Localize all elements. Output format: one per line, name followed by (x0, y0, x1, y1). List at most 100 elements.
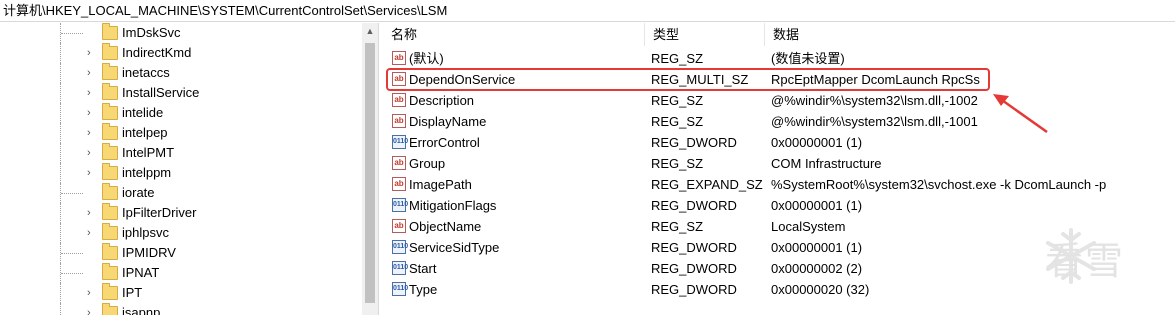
scrollbar-thumb[interactable] (365, 43, 375, 303)
tree-guide-line (60, 43, 62, 63)
folder-icon (102, 143, 118, 160)
tree-item[interactable]: iorate (0, 183, 360, 203)
column-header-data[interactable]: 数据 (765, 23, 1175, 46)
tree-item[interactable]: › IpFilterDriver (0, 203, 360, 223)
string-value-icon: ab (392, 177, 406, 191)
value-data: COM Infrastructure (771, 156, 882, 171)
tree-item[interactable]: IPMIDRV (0, 243, 360, 263)
annotation-arrow-icon (993, 94, 1048, 134)
value-name: ServiceSidType (409, 240, 500, 255)
tree-guide-line (60, 203, 62, 223)
value-name: ImagePath (409, 177, 472, 192)
expand-chevron-icon[interactable]: › (87, 64, 97, 82)
expand-chevron-icon[interactable]: › (87, 204, 97, 222)
value-row[interactable]: ab DisplayName REG_SZ @%windir%\system32\ls… (383, 111, 1175, 132)
tree-item-label: intelppm (122, 165, 172, 180)
string-value-icon: ab (392, 114, 406, 128)
folder-icon (102, 63, 118, 80)
value-data: 0x00000002 (2) (771, 261, 863, 276)
binary-value-icon: 0110 (392, 198, 408, 212)
value-data: %SystemRoot%\system32\svchost.exe -k Dco… (771, 177, 1107, 192)
tree-item[interactable]: IPNAT (0, 263, 360, 283)
value-row[interactable]: ab Description REG_SZ @%windir%\system32\ls… (383, 90, 1175, 111)
value-type: REG_SZ (651, 51, 704, 66)
tree-item[interactable]: › intelpep (0, 123, 360, 143)
expand-chevron-icon[interactable]: › (87, 84, 97, 102)
tree-guide-line (60, 123, 62, 143)
tree-item[interactable]: › iphlpsvc (0, 223, 360, 243)
binary-value-icon: 0110 (392, 261, 408, 275)
value-name: ErrorControl (409, 135, 480, 150)
value-row[interactable]: ab (默认) REG_SZ (数值未设置) (383, 48, 1175, 69)
list-header: 名称 类型 数据 (383, 23, 1175, 46)
value-name: Type (409, 282, 438, 297)
value-type: REG_DWORD (651, 198, 737, 213)
expand-chevron-icon[interactable]: › (87, 224, 97, 242)
tree-item-label: IPT (122, 285, 143, 300)
folder-icon (102, 43, 118, 60)
tree-item-label: IndirectKmd (122, 45, 192, 60)
expand-chevron-icon[interactable]: › (87, 124, 97, 142)
tree-scrollbar[interactable]: ▲ (362, 23, 378, 315)
folder-icon (102, 303, 118, 315)
value-type: REG_SZ (651, 114, 704, 129)
expand-chevron-icon[interactable]: › (87, 104, 97, 122)
value-name: (默认) (409, 51, 444, 66)
tree-guide-line (61, 33, 83, 35)
tree-guide-line (60, 143, 62, 163)
tree-item[interactable]: › IntelPMT (0, 143, 360, 163)
value-name: Description (409, 93, 475, 108)
tree-item[interactable]: › intelide (0, 103, 360, 123)
value-type: REG_DWORD (651, 261, 737, 276)
value-data: 0x00000020 (32) (771, 282, 870, 297)
tree-item[interactable]: › inetaccs (0, 63, 360, 83)
string-value-icon: ab (392, 219, 406, 233)
value-row[interactable]: 0110 MitigationFlags REG_DWORD 0x00000001 (… (383, 195, 1175, 216)
expand-chevron-icon[interactable]: › (87, 284, 97, 302)
tree-item[interactable]: › intelppm (0, 163, 360, 183)
tree-item[interactable]: › isapnp (0, 303, 360, 315)
string-value-icon: ab (392, 93, 406, 107)
highlight-box (386, 68, 990, 91)
folder-icon (102, 223, 118, 240)
tree-item[interactable]: › InstallService (0, 83, 360, 103)
tree-guide-line (61, 273, 83, 275)
tree-item-label: intelide (122, 105, 164, 120)
tree-item[interactable]: › IPT (0, 283, 360, 303)
tree-guide-line (60, 63, 62, 83)
string-value-icon: ab (392, 156, 406, 170)
value-row[interactable]: ab ImagePath REG_EXPAND_SZ %SystemRoot%\sys… (383, 174, 1175, 195)
tree-item[interactable]: ImDskSvc (0, 23, 360, 43)
tree-item-label: iphlpsvc (122, 225, 169, 240)
registry-tree: ImDskSvc › IndirectKmd › inetaccs › InstallSer… (0, 23, 379, 315)
value-type: REG_DWORD (651, 240, 737, 255)
tree-item-label: isapnp (122, 305, 161, 315)
expand-chevron-icon[interactable]: › (87, 144, 97, 162)
folder-icon (102, 283, 118, 300)
expand-chevron-icon[interactable]: › (87, 44, 97, 62)
value-row[interactable]: 0110 ErrorControl REG_DWORD 0x00000001 (1) (383, 132, 1175, 153)
value-name: Group (409, 156, 446, 171)
string-value-icon: ab (392, 51, 406, 65)
tree-guide-line (60, 83, 62, 103)
value-row[interactable]: ab Group REG_SZ COM Infrastructure (383, 153, 1175, 174)
expand-chevron-icon[interactable]: › (87, 304, 97, 315)
tree-guide-line (61, 193, 83, 195)
value-type: REG_DWORD (651, 282, 737, 297)
folder-icon (102, 123, 118, 140)
tree-item-label: inetaccs (122, 65, 170, 80)
scroll-up-arrow-icon[interactable]: ▲ (362, 23, 378, 39)
value-data: @%windir%\system32\lsm.dll,-1001 (771, 114, 978, 129)
value-type: REG_EXPAND_SZ (651, 177, 763, 192)
value-type: REG_SZ (651, 93, 704, 108)
folder-icon (102, 163, 118, 180)
expand-chevron-icon[interactable]: › (87, 164, 97, 182)
column-header-type[interactable]: 类型 (645, 23, 765, 46)
value-name: MitigationFlags (409, 198, 497, 213)
tree-item-label: IntelPMT (122, 145, 175, 160)
column-header-name[interactable]: 名称 (383, 23, 645, 46)
folder-icon (102, 263, 118, 280)
tree-item[interactable]: › IndirectKmd (0, 43, 360, 63)
address-bar[interactable]: 计算机\HKEY_LOCAL_MACHINE\SYSTEM\CurrentCon… (0, 0, 1175, 22)
value-type: REG_SZ (651, 156, 704, 171)
